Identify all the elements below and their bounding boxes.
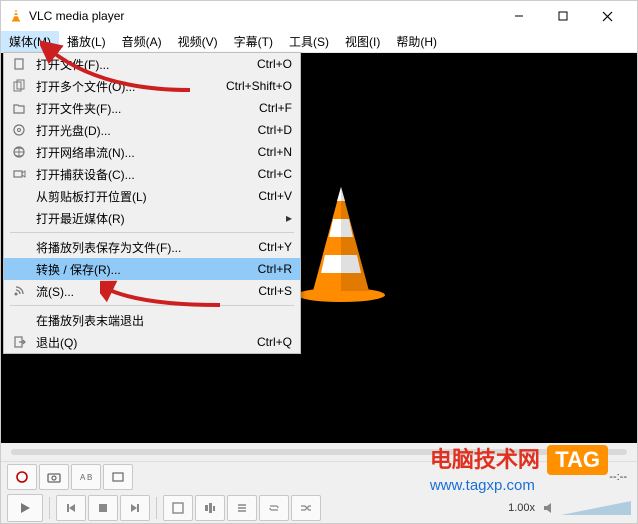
record-button[interactable] (7, 464, 37, 490)
menu-item-label: 将播放列表保存为文件(F)... (36, 239, 258, 256)
menu-item-label: 打开文件夹(F)... (36, 100, 259, 117)
menu-item[interactable]: 将播放列表保存为文件(F)...Ctrl+Y (4, 236, 300, 258)
close-button[interactable] (585, 1, 629, 31)
blank-icon (10, 312, 28, 328)
file-icon (10, 56, 28, 72)
fullscreen-button[interactable] (163, 495, 193, 521)
menu-item[interactable]: 在播放列表末端退出 (4, 309, 300, 331)
minimize-button[interactable] (497, 1, 541, 31)
menu-item[interactable]: 转换 / 保存(R)...Ctrl+R (4, 258, 300, 280)
watermark-url: www.tagxp.com (430, 477, 608, 494)
menu-item-label: 从剪贴板打开位置(L) (36, 188, 258, 205)
menu-item-label: 转换 / 保存(R)... (36, 261, 258, 278)
menu-item-label: 在播放列表末端退出 (36, 312, 292, 329)
menu-item-shortcut: Ctrl+V (258, 189, 292, 203)
menu-item[interactable]: 打开多个文件(O)...Ctrl+Shift+O (4, 75, 300, 97)
menu-item-label: 打开网络串流(N)... (36, 144, 258, 161)
menu-item[interactable]: 退出(Q)Ctrl+Q (4, 331, 300, 353)
time-display: --:-- (609, 471, 627, 483)
loop-button[interactable] (259, 495, 289, 521)
menu-item[interactable]: 从剪贴板打开位置(L)Ctrl+V (4, 185, 300, 207)
folder-icon (10, 100, 28, 116)
menu-item-shortcut: Ctrl+D (258, 123, 292, 137)
menu-item-label: 流(S)... (36, 283, 258, 300)
menu-tools[interactable]: 工具(S) (281, 31, 337, 52)
menu-item-label: 打开捕获设备(C)... (36, 166, 258, 183)
vlc-logo (291, 183, 391, 303)
blank-icon (10, 261, 28, 277)
separator (156, 497, 157, 519)
menu-item[interactable]: 打开光盘(D)...Ctrl+D (4, 119, 300, 141)
snapshot-button[interactable] (39, 464, 69, 490)
menubar: 媒体(M) 播放(L) 音频(A) 视频(V) 字幕(T) 工具(S) 视图(I… (1, 31, 637, 53)
blank-icon (10, 188, 28, 204)
menu-item-label: 打开文件(F)... (36, 56, 257, 73)
menu-item-label: 打开光盘(D)... (36, 122, 258, 139)
menu-playback[interactable]: 播放(L) (59, 31, 114, 52)
menu-item-shortcut: Ctrl+Shift+O (226, 79, 292, 93)
next-button[interactable] (120, 495, 150, 521)
atob-button[interactable]: AB (71, 464, 101, 490)
quit-icon (10, 334, 28, 350)
capture-icon (10, 166, 28, 182)
disc-icon (10, 122, 28, 138)
window-title: VLC media player (29, 9, 497, 23)
menu-item[interactable]: 打开文件(F)...Ctrl+O (4, 53, 300, 75)
menu-subtitle[interactable]: 字幕(T) (226, 31, 281, 52)
menu-item-shortcut: Ctrl+N (258, 145, 292, 159)
menu-item-shortcut: Ctrl+Q (257, 335, 292, 349)
app-icon (9, 8, 23, 25)
svg-text:A: A (80, 473, 86, 482)
network-icon (10, 144, 28, 160)
stop-button[interactable] (88, 495, 118, 521)
blank-icon (10, 239, 28, 255)
menu-item-label: 打开最近媒体(R) (36, 210, 282, 227)
menu-separator (10, 232, 294, 233)
menu-item[interactable]: 打开网络串流(N)...Ctrl+N (4, 141, 300, 163)
menu-item[interactable]: 打开文件夹(F)...Ctrl+F (4, 97, 300, 119)
blank-icon (10, 210, 28, 226)
shuffle-button[interactable] (291, 495, 321, 521)
menu-item[interactable]: 打开捕获设备(C)...Ctrl+C (4, 163, 300, 185)
ext-settings-button[interactable] (195, 495, 225, 521)
menu-view[interactable]: 视图(I) (337, 31, 388, 52)
volume-slider[interactable] (561, 501, 631, 515)
menu-item-label: 打开多个文件(O)... (36, 78, 226, 95)
menu-item-shortcut: Ctrl+R (258, 262, 292, 276)
menu-separator (10, 305, 294, 306)
mute-button[interactable] (541, 502, 559, 514)
menu-item-shortcut: Ctrl+S (258, 284, 292, 298)
speed-display: 1.00x (508, 502, 535, 514)
stream-icon (10, 283, 28, 299)
menu-item-shortcut: Ctrl+C (258, 167, 292, 181)
menu-item-label: 退出(Q) (36, 334, 257, 351)
chevron-right-icon: ▸ (282, 211, 292, 225)
maximize-button[interactable] (541, 1, 585, 31)
menu-video[interactable]: 视频(V) (170, 31, 226, 52)
watermark-tag: TAG (547, 445, 608, 475)
separator (49, 497, 50, 519)
play-button[interactable] (7, 494, 43, 522)
menu-item-shortcut: Ctrl+Y (258, 240, 292, 254)
svg-text:B: B (87, 473, 92, 482)
menu-audio[interactable]: 音频(A) (114, 31, 170, 52)
prev-button[interactable] (56, 495, 86, 521)
watermark-text: 电脑技术网 (430, 447, 540, 472)
files-icon (10, 78, 28, 94)
menu-item-shortcut: Ctrl+F (259, 101, 292, 115)
playlist-button[interactable] (227, 495, 257, 521)
watermark: 电脑技术网 TAG www.tagxp.com (430, 442, 608, 494)
menu-media[interactable]: 媒体(M) (1, 31, 59, 52)
menu-item-shortcut: Ctrl+O (257, 57, 292, 71)
menu-item[interactable]: 打开最近媒体(R)▸ (4, 207, 300, 229)
media-dropdown: 打开文件(F)...Ctrl+O打开多个文件(O)...Ctrl+Shift+O… (3, 52, 301, 354)
frame-step-button[interactable] (103, 464, 133, 490)
menu-item[interactable]: 流(S)...Ctrl+S (4, 280, 300, 302)
menu-help[interactable]: 帮助(H) (388, 31, 445, 52)
titlebar: VLC media player (1, 1, 637, 31)
